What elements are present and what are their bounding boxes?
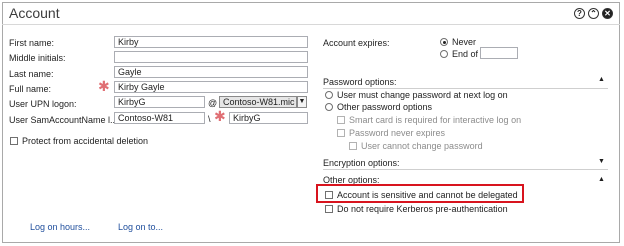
- upn-at-sign: @: [208, 98, 218, 108]
- close-icon[interactable]: ✕: [602, 8, 613, 19]
- help-icon[interactable]: ?: [574, 8, 585, 19]
- highlight-box: [316, 184, 524, 203]
- collapse-icon[interactable]: ⌃: [588, 8, 599, 19]
- encryption-options-divider: [323, 169, 608, 170]
- panel-title: Account: [9, 5, 60, 21]
- pw-user-must-change-label: User must change password at next log on: [337, 90, 508, 100]
- pw-never-expires-label: Password never expires: [349, 128, 446, 138]
- collapse-triangle-icon[interactable]: ▲: [598, 76, 605, 83]
- pw-never-expires-checkbox[interactable]: [337, 129, 345, 137]
- first-name-label: First name:: [9, 38, 55, 48]
- upn-logon-input[interactable]: KirbyG: [114, 96, 205, 108]
- first-name-input[interactable]: Kirby: [114, 36, 308, 48]
- pw-cannot-change-label: User cannot change password: [361, 141, 483, 151]
- sam-domain-field: Contoso-W81: [114, 112, 205, 124]
- dropdown-arrow-icon[interactable]: ▼: [297, 96, 307, 108]
- pw-smart-card-label: Smart card is required for interactive l…: [349, 115, 522, 125]
- sam-account-label: User SamAccountName l...: [9, 115, 118, 125]
- opt-no-preauth-label: Do not require Kerberos pre-authenticati…: [337, 204, 508, 214]
- opt-no-preauth-checkbox[interactable]: [325, 205, 333, 213]
- log-on-to-link[interactable]: Log on to...: [118, 222, 163, 232]
- upn-domain-select[interactable]: Contoso-W81.mic: [219, 96, 297, 108]
- last-name-input[interactable]: Gayle: [114, 66, 308, 78]
- end-of-label: End of: [452, 49, 479, 59]
- last-name-label: Last name:: [9, 69, 54, 79]
- middle-initials-label: Middle initials:: [9, 53, 66, 63]
- password-options-divider: [323, 88, 608, 89]
- required-asterisk-icon: ✱: [214, 108, 226, 124]
- protect-deletion-label: Protect from accidental deletion: [22, 136, 149, 146]
- never-label: Never: [452, 37, 477, 47]
- collapse-triangle-icon[interactable]: ▲: [598, 176, 605, 183]
- pw-other-options-label: Other password options: [337, 102, 433, 112]
- middle-initials-input[interactable]: [114, 51, 308, 63]
- account-expires-label: Account expires:: [323, 38, 390, 48]
- expand-triangle-icon[interactable]: ▼: [598, 158, 605, 165]
- end-of-date-input[interactable]: [480, 47, 518, 59]
- password-options-header: Password options:: [323, 77, 397, 87]
- pw-user-must-change-radio[interactable]: [325, 91, 333, 99]
- pw-smart-card-checkbox[interactable]: [337, 116, 345, 124]
- sam-separator: \: [208, 114, 211, 124]
- pw-other-options-radio[interactable]: [325, 103, 333, 111]
- pw-cannot-change-checkbox[interactable]: [349, 142, 357, 150]
- log-on-hours-link[interactable]: Log on hours...: [30, 222, 90, 232]
- full-name-label: Full name:: [9, 84, 52, 94]
- protect-deletion-checkbox[interactable]: [10, 137, 18, 145]
- title-divider: [2, 24, 620, 25]
- sam-account-input[interactable]: KirbyG: [229, 112, 308, 124]
- upn-logon-label: User UPN logon:: [9, 99, 77, 109]
- end-of-radio[interactable]: [440, 50, 448, 58]
- full-name-input[interactable]: Kirby Gayle: [114, 81, 308, 93]
- encryption-options-header: Encryption options:: [323, 158, 400, 168]
- required-asterisk-icon: ✱: [98, 78, 110, 94]
- never-radio[interactable]: [440, 38, 448, 46]
